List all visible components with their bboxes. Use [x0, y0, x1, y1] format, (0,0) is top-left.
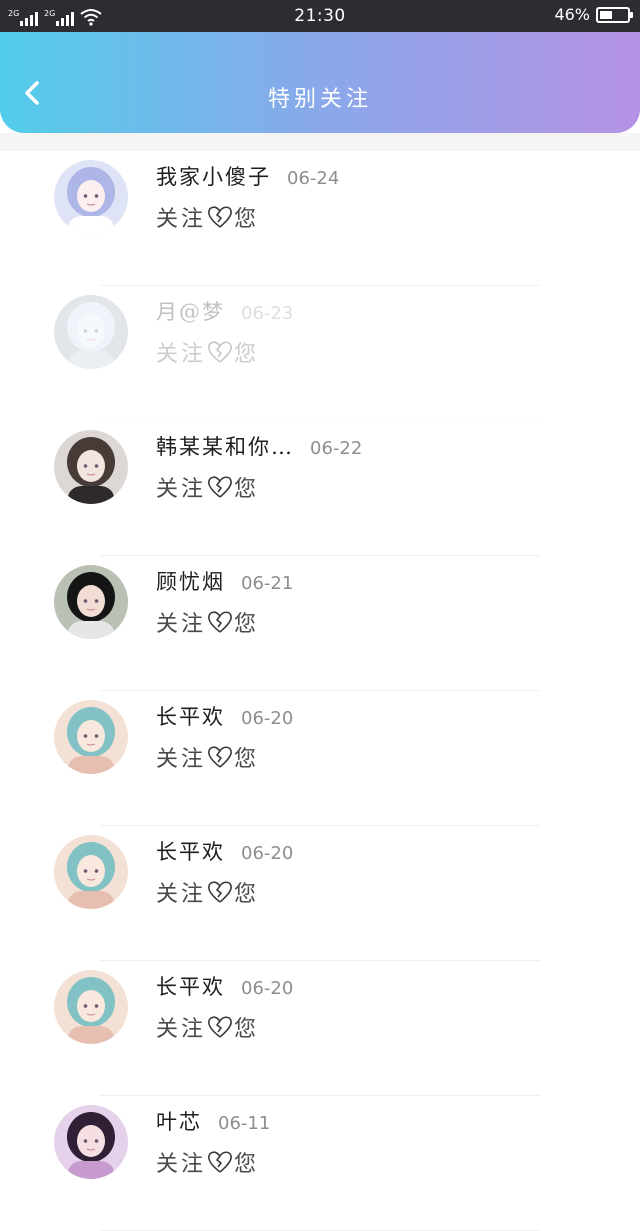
user-name[interactable]: 长平欢 — [156, 971, 225, 1001]
user-name[interactable]: 长平欢 — [156, 836, 225, 866]
follow-text-before: 关注 — [156, 882, 207, 907]
broken-heart-icon — [208, 476, 232, 498]
name-line: 叶芯 06-11 — [156, 1106, 270, 1136]
user-name[interactable]: 月@梦 — [156, 296, 225, 326]
date: 06-22 — [310, 438, 363, 459]
follow-text-after: 您 — [234, 342, 260, 367]
avatar[interactable] — [54, 835, 128, 909]
follow-text: 关注 您 — [156, 1011, 259, 1043]
status-time: 21:30 — [294, 6, 346, 26]
avatar[interactable] — [54, 565, 128, 639]
follow-text: 关注 您 — [156, 606, 259, 638]
list-item[interactable]: 我家小傻子 06-24 关注 您 — [0, 151, 640, 286]
list-item[interactable]: 顾忧烟 06-21 关注 您 — [0, 556, 640, 691]
list-item[interactable]: 韩某某和你… 06-22 关注 您 — [0, 421, 640, 556]
follow-text-before: 关注 — [156, 207, 207, 232]
page-title: 特别关注 — [267, 87, 372, 112]
date: 06-11 — [218, 1113, 271, 1134]
date: 06-24 — [287, 168, 340, 189]
follow-text: 关注 您 — [156, 336, 259, 368]
broken-heart-icon — [208, 881, 232, 903]
broken-heart-icon — [208, 611, 232, 633]
battery-fill — [600, 10, 612, 19]
avatar[interactable] — [54, 1105, 128, 1179]
broken-heart-icon — [208, 341, 232, 363]
follow-text-after: 您 — [234, 1017, 260, 1042]
header: 特别关注 — [0, 32, 640, 133]
user-name[interactable]: 长平欢 — [156, 701, 225, 731]
name-line: 长平欢 06-20 — [156, 701, 293, 731]
user-name[interactable]: 我家小傻子 — [156, 161, 271, 191]
list-item[interactable]: 叶芯 06-11 关注 您 — [0, 1096, 640, 1231]
date: 06-20 — [241, 708, 294, 729]
name-line: 月@梦 06-23 — [156, 296, 293, 326]
avatar[interactable] — [54, 430, 128, 504]
date: 06-21 — [241, 573, 294, 594]
battery-percent: 46% — [554, 5, 590, 24]
follow-text-after: 您 — [234, 747, 260, 772]
broken-heart-icon — [208, 1151, 232, 1173]
follow-text-after: 您 — [234, 477, 260, 502]
list-item[interactable]: 月@梦 06-23 关注 您 — [0, 286, 640, 421]
status-right: 46% — [554, 5, 633, 24]
user-name[interactable]: 顾忧烟 — [156, 566, 225, 596]
date: 06-20 — [241, 843, 294, 864]
follow-text-after: 您 — [234, 1152, 260, 1177]
follow-text: 关注 您 — [156, 741, 259, 773]
user-name[interactable]: 叶芯 — [156, 1106, 202, 1136]
broken-heart-icon — [208, 1016, 232, 1038]
broken-heart-icon — [208, 206, 232, 228]
follow-list: 我家小傻子 06-24 关注 您 月@梦 06-23 关注 您 韩某某和你… 0… — [0, 151, 640, 1231]
follow-text: 关注 您 — [156, 471, 259, 503]
list-item[interactable]: 长平欢 06-20 关注 您 — [0, 691, 640, 826]
list-item[interactable]: 长平欢 06-20 关注 您 — [0, 826, 640, 961]
name-line: 长平欢 06-20 — [156, 836, 293, 866]
follow-text-after: 您 — [234, 207, 260, 232]
list-item[interactable]: 长平欢 06-20 关注 您 — [0, 961, 640, 1096]
follow-text: 关注 您 — [156, 201, 259, 233]
follow-text-before: 关注 — [156, 1152, 207, 1177]
follow-text-before: 关注 — [156, 1017, 207, 1042]
battery-icon — [596, 6, 633, 23]
follow-text-after: 您 — [234, 882, 260, 907]
follow-text-after: 您 — [234, 612, 260, 637]
follow-text: 关注 您 — [156, 876, 259, 908]
avatar[interactable] — [54, 700, 128, 774]
status-bar: 2G 2G 21:30 46% — [0, 0, 640, 32]
name-line: 我家小傻子 06-24 — [156, 161, 339, 191]
avatar[interactable] — [54, 295, 128, 369]
name-line: 韩某某和你… 06-22 — [156, 431, 362, 461]
name-line: 顾忧烟 06-21 — [156, 566, 293, 596]
date: 06-23 — [241, 303, 294, 324]
avatar[interactable] — [54, 160, 128, 234]
name-line: 长平欢 06-20 — [156, 971, 293, 1001]
follow-text-before: 关注 — [156, 747, 207, 772]
follow-text: 关注 您 — [156, 1146, 259, 1178]
broken-heart-icon — [208, 746, 232, 768]
date: 06-20 — [241, 978, 294, 999]
follow-text-before: 关注 — [156, 612, 207, 637]
follow-text-before: 关注 — [156, 342, 207, 367]
header-gap — [0, 133, 640, 151]
user-name[interactable]: 韩某某和你… — [156, 431, 294, 461]
avatar[interactable] — [54, 970, 128, 1044]
follow-text-before: 关注 — [156, 477, 207, 502]
